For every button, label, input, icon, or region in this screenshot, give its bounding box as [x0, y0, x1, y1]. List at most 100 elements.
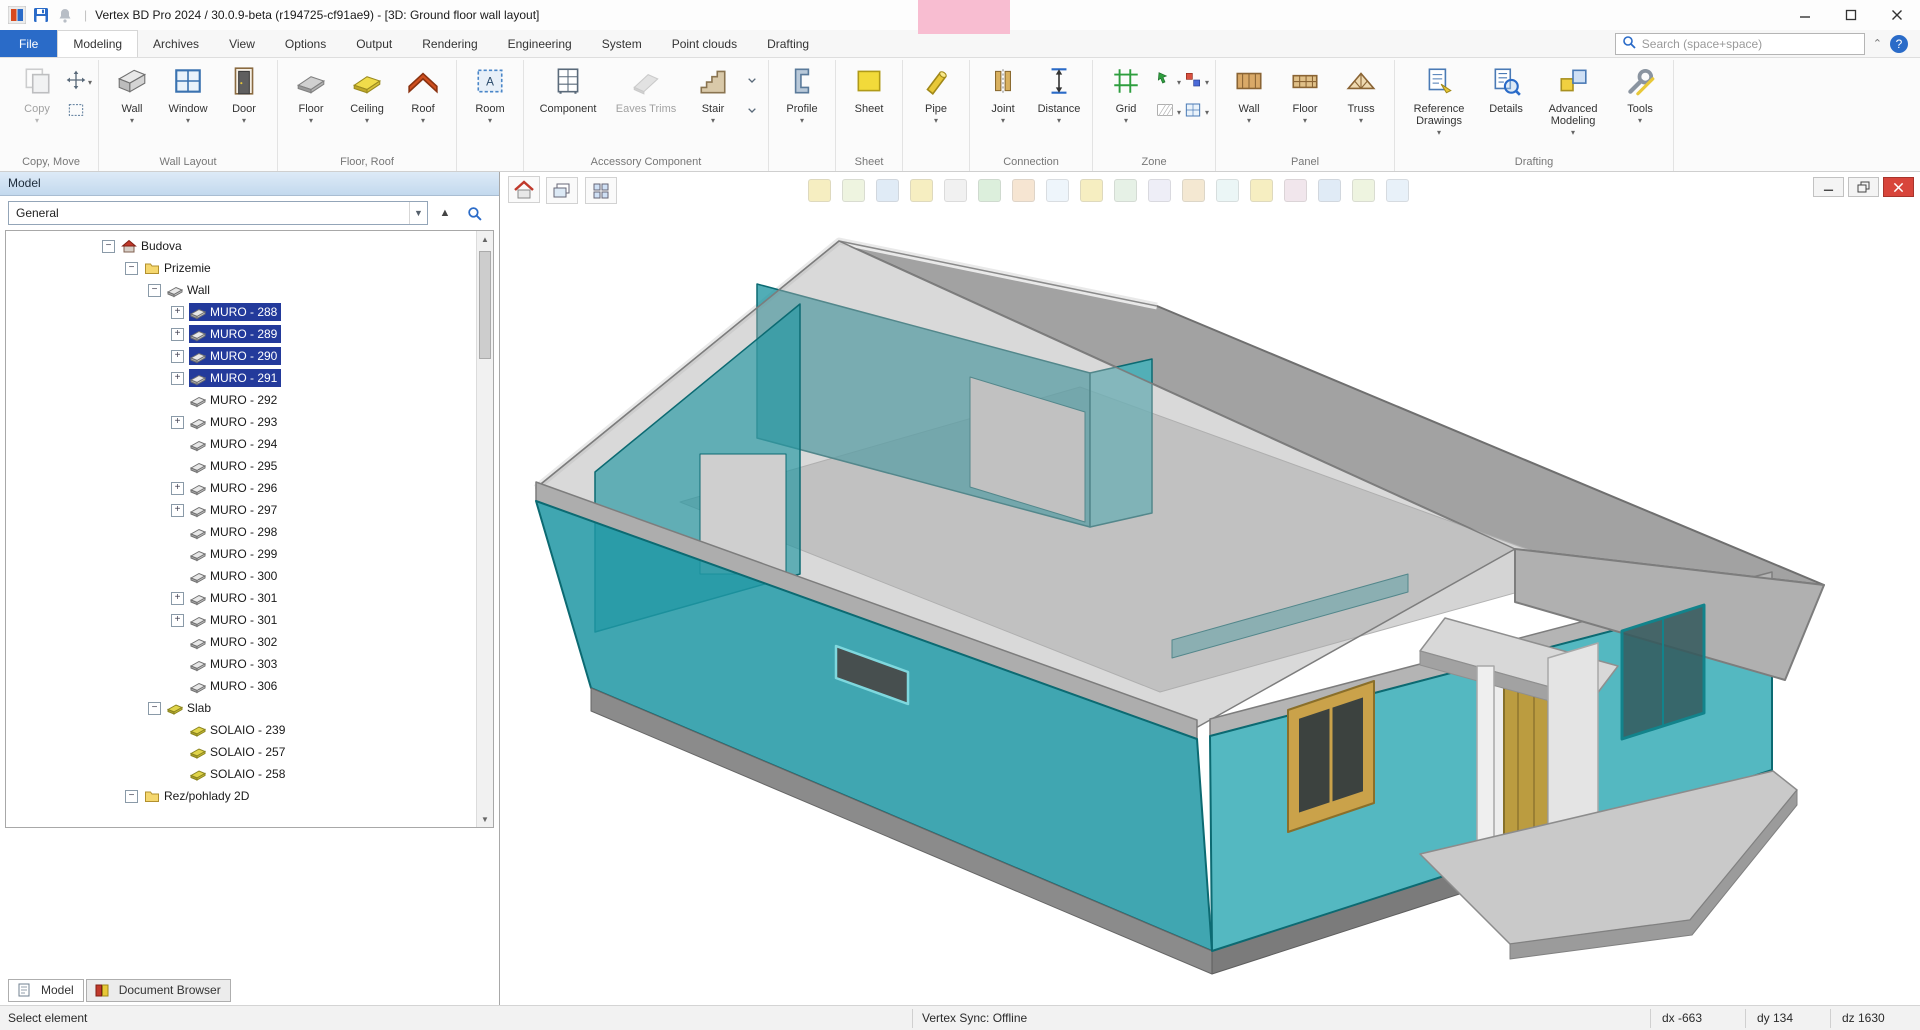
- combo-dropdown-icon[interactable]: ▼: [409, 202, 427, 224]
- 3d-viewport[interactable]: [500, 172, 1920, 1005]
- plus-toggle-icon[interactable]: +: [171, 416, 184, 429]
- menu-tab-output[interactable]: Output: [341, 30, 407, 57]
- tree-search-button[interactable]: [462, 201, 486, 225]
- view-close-button[interactable]: [1883, 177, 1914, 197]
- menu-tab-view[interactable]: View: [214, 30, 270, 57]
- menu-tab-modeling[interactable]: Modeling: [57, 30, 138, 57]
- tree-node-solaio-257[interactable]: SOLAIO - 257: [6, 741, 493, 763]
- tree-node-rez-pohlady-2d[interactable]: −Rez/pohlady 2D: [6, 785, 493, 807]
- minus-toggle-icon[interactable]: −: [125, 262, 138, 275]
- collapse-ribbon-icon[interactable]: ⌃: [1873, 37, 1882, 50]
- plus-toggle-icon[interactable]: +: [171, 614, 184, 627]
- window-button[interactable]: Window▾: [160, 62, 216, 150]
- tree-scrollbar[interactable]: ▲ ▼: [476, 231, 493, 827]
- scrollbar-thumb[interactable]: [479, 251, 491, 359]
- menu-tab-rendering[interactable]: Rendering: [407, 30, 492, 57]
- distance-button[interactable]: Distance▾: [1031, 62, 1087, 150]
- wall-button[interactable]: Wall▾: [104, 62, 160, 150]
- menu-tab-point-clouds[interactable]: Point clouds: [657, 30, 752, 57]
- door-button[interactable]: Door▾: [216, 62, 272, 150]
- truss-button[interactable]: Truss▾: [1333, 62, 1389, 150]
- tree-node-muro-302[interactable]: MURO - 302: [6, 631, 493, 653]
- zonehatch-mini-button[interactable]: ▾: [1154, 99, 1182, 124]
- tree-filter-combobox[interactable]: General ▼: [8, 201, 428, 225]
- tree-node-muro-296[interactable]: +MURO - 296: [6, 477, 493, 499]
- window-minimize-button[interactable]: [1782, 0, 1828, 30]
- plus-toggle-icon[interactable]: +: [171, 306, 184, 319]
- menu-tab-system[interactable]: System: [587, 30, 657, 57]
- selrect-mini-button[interactable]: [65, 99, 93, 124]
- scroll-up-icon[interactable]: ▲: [477, 231, 493, 247]
- plus-toggle-icon[interactable]: +: [171, 482, 184, 495]
- tools-button[interactable]: Tools▾: [1612, 62, 1668, 150]
- minus-toggle-icon[interactable]: −: [148, 284, 161, 297]
- menu-tab-options[interactable]: Options: [270, 30, 341, 57]
- tree-node-muro-295[interactable]: MURO - 295: [6, 455, 493, 477]
- tree-node-muro-300[interactable]: MURO - 300: [6, 565, 493, 587]
- component-button[interactable]: Component: [529, 62, 607, 150]
- floor-button[interactable]: Floor▾: [283, 62, 339, 150]
- minus-toggle-icon[interactable]: −: [102, 240, 115, 253]
- profile-button[interactable]: Profile▾: [774, 62, 830, 150]
- cascade-views-button[interactable]: [546, 177, 578, 204]
- minus-toggle-icon[interactable]: −: [148, 702, 161, 715]
- tree-node-wall[interactable]: −Wall: [6, 279, 493, 301]
- tree-node-solaio-239[interactable]: SOLAIO - 239: [6, 719, 493, 741]
- advanced-modeling-button[interactable]: Advanced Modeling▾: [1534, 62, 1612, 150]
- tree-node-muro-292[interactable]: MURO - 292: [6, 389, 493, 411]
- tree-node-muro-288[interactable]: +MURO - 288: [6, 301, 493, 323]
- view-minimize-button[interactable]: [1813, 177, 1844, 197]
- menu-tab-drafting[interactable]: Drafting: [752, 30, 824, 57]
- tree-node-muro-301[interactable]: +MURO - 301: [6, 587, 493, 609]
- porch-side-wall[interactable]: [1548, 643, 1598, 842]
- view-restore-button[interactable]: [1848, 177, 1879, 197]
- wall-button[interactable]: Wall▾: [1221, 62, 1277, 150]
- scroll-down-icon[interactable]: ▼: [477, 811, 493, 827]
- search-input[interactable]: [1642, 37, 1858, 51]
- view-grid-button[interactable]: [585, 177, 617, 204]
- plus-toggle-icon[interactable]: +: [171, 372, 184, 385]
- tree-node-muro-291[interactable]: +MURO - 291: [6, 367, 493, 389]
- chevron-mini-button[interactable]: [741, 99, 763, 124]
- tree-node-muro-293[interactable]: +MURO - 293: [6, 411, 493, 433]
- tree-node-slab[interactable]: −Slab: [6, 697, 493, 719]
- joint-button[interactable]: Joint▾: [975, 62, 1031, 150]
- search-box[interactable]: [1615, 33, 1865, 55]
- reference-drawings-button[interactable]: Reference Drawings▾: [1400, 62, 1478, 150]
- ceiling-button[interactable]: Ceiling▾: [339, 62, 395, 150]
- tree-node-muro-290[interactable]: +MURO - 290: [6, 345, 493, 367]
- chevron-mini-button[interactable]: [741, 69, 763, 94]
- porch-column[interactable]: [1477, 666, 1494, 856]
- house-3d-model[interactable]: [500, 172, 1920, 1005]
- zonepick-mini-button[interactable]: ▾: [1154, 69, 1182, 94]
- tree-node-budova[interactable]: −Budova: [6, 235, 493, 257]
- panel-tab-document-browser[interactable]: Document Browser: [86, 979, 231, 1002]
- home-view-button[interactable]: [508, 176, 540, 203]
- room-button[interactable]: ARoom▾: [462, 62, 518, 150]
- tree-node-muro-301[interactable]: +MURO - 301: [6, 609, 493, 631]
- tree-node-muro-298[interactable]: MURO - 298: [6, 521, 493, 543]
- pipe-button[interactable]: Pipe▾: [908, 62, 964, 150]
- zoneblue-mini-button[interactable]: ▾: [1182, 99, 1210, 124]
- tree-node-muro-294[interactable]: MURO - 294: [6, 433, 493, 455]
- plus-toggle-icon[interactable]: +: [171, 350, 184, 363]
- menu-tab-engineering[interactable]: Engineering: [493, 30, 587, 57]
- save-icon[interactable]: [32, 6, 50, 24]
- notifications-bell-icon[interactable]: [56, 6, 74, 24]
- menu-tab-archives[interactable]: Archives: [138, 30, 214, 57]
- tree-collapse-button[interactable]: ▲: [433, 201, 457, 225]
- tree-node-muro-289[interactable]: +MURO - 289: [6, 323, 493, 345]
- plus-toggle-icon[interactable]: +: [171, 504, 184, 517]
- tree-node-muro-297[interactable]: +MURO - 297: [6, 499, 493, 521]
- tree-node-solaio-258[interactable]: SOLAIO - 258: [6, 763, 493, 785]
- roof-button[interactable]: Roof▾: [395, 62, 451, 150]
- details-button[interactable]: Details: [1478, 62, 1534, 150]
- tree-node-muro-306[interactable]: MURO - 306: [6, 675, 493, 697]
- floor-button[interactable]: Floor▾: [1277, 62, 1333, 150]
- help-icon[interactable]: ?: [1890, 35, 1908, 53]
- minus-toggle-icon[interactable]: −: [125, 790, 138, 803]
- sheet-button[interactable]: Sheet: [841, 62, 897, 150]
- plus-toggle-icon[interactable]: +: [171, 328, 184, 341]
- stair-button[interactable]: Stair▾: [685, 62, 741, 150]
- window-maximize-button[interactable]: [1828, 0, 1874, 30]
